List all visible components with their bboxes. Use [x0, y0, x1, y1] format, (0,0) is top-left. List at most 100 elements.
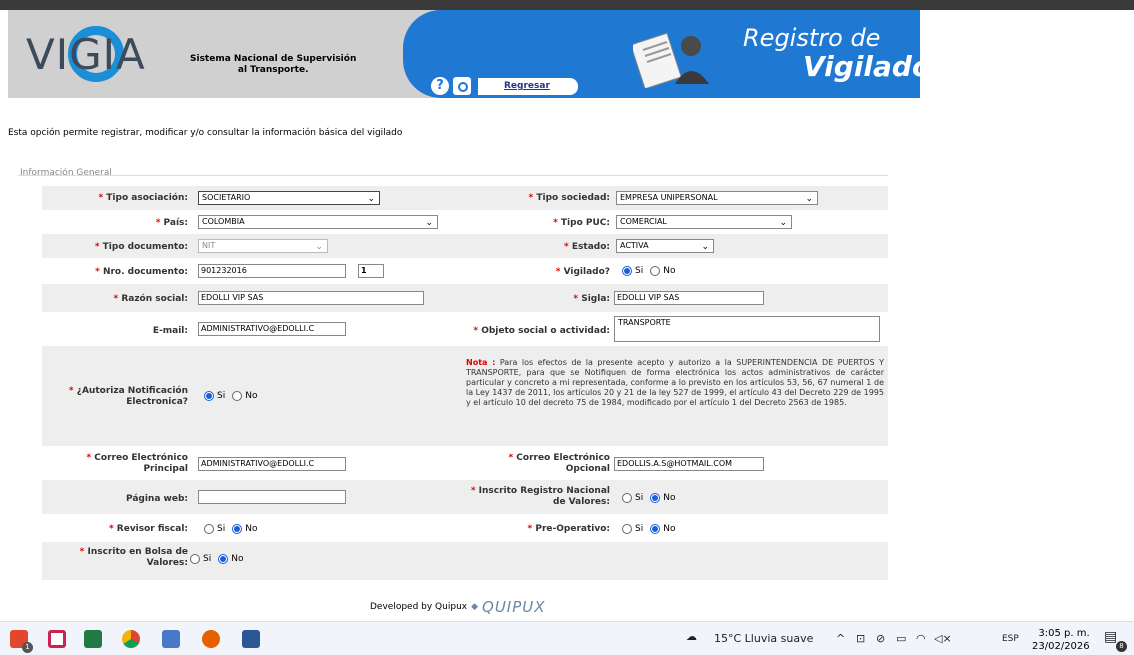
- revisor-fiscal-si-radio[interactable]: [204, 524, 214, 534]
- form-row: * Revisor fiscal: Si No * Pre-Operativo:…: [42, 514, 888, 542]
- razon-social-input[interactable]: EDOLLI VIP SAS: [198, 291, 424, 305]
- vigilado-radio-group: Si No: [622, 266, 675, 276]
- tipo-asociacion-select[interactable]: SOCIETARIO ⌄: [198, 191, 380, 205]
- pais-label: * País:: [155, 218, 188, 228]
- pagina-web-label: Página web:: [125, 494, 188, 504]
- weather-icon[interactable]: ☁: [686, 630, 697, 643]
- chrome-icon[interactable]: [122, 630, 140, 648]
- help-icon[interactable]: ?: [431, 77, 449, 95]
- windows-taskbar: 1 ☁ 15°C Lluvia suave ^ ⊡ ⊘ ▭ ◠ ◁× ESP 3…: [0, 621, 1134, 655]
- radio-label: Si: [635, 493, 644, 503]
- nota-text: Nota : Para los efectos de la presente a…: [466, 358, 884, 407]
- notification-icon[interactable]: ▤: [1104, 629, 1117, 645]
- form-row: * País: COLOMBIA ⌄ * Tipo PUC: COMERCIAL ⌄: [42, 210, 888, 234]
- form-row: * Tipo asociación: SOCIETARIO ⌄ * Tipo so…: [42, 186, 888, 210]
- home-icon[interactable]: [453, 77, 471, 95]
- correo-opcional-label: * Correo Electrónico Opcional: [508, 453, 610, 474]
- autoriza-no-radio[interactable]: [232, 391, 243, 401]
- page-header: VIGIA Sistema Nacional de Supervisión al…: [8, 10, 948, 98]
- pre-operativo-si-radio[interactable]: [622, 524, 632, 534]
- module-title-line-2: Vigilados: [803, 50, 948, 83]
- radio-label: Si: [635, 524, 644, 534]
- tipo-sociedad-label: * Tipo sociedad:: [528, 193, 610, 203]
- tipo-sociedad-select[interactable]: EMPRESA UNIPERSONAL ⌄: [616, 191, 818, 205]
- registro-nacional-label: * Inscrito Registro Nacional de Valores:: [470, 486, 610, 507]
- form-row: * Razón social: EDOLLI VIP SAS * Sigla: …: [42, 284, 888, 312]
- form-row: * Correo Electrónico Principal ADMINISTR…: [42, 446, 888, 480]
- tipo-asociacion-label: * Tipo asociación:: [98, 193, 188, 203]
- excel-icon[interactable]: [84, 630, 102, 648]
- registro-nacional-radio-group: Si No: [622, 493, 675, 503]
- mcafee-icon[interactable]: [48, 630, 66, 648]
- pais-select[interactable]: COLOMBIA ⌄: [198, 215, 438, 229]
- registro-nacional-si-radio[interactable]: [622, 493, 632, 503]
- tipo-documento-select[interactable]: NIT ⌄: [198, 239, 328, 253]
- vigilado-label: * Vigilado?: [555, 267, 610, 277]
- radio-label: No: [245, 391, 258, 401]
- cloud-off-icon[interactable]: ⊘: [876, 632, 885, 645]
- email-label: E-mail:: [152, 326, 188, 336]
- browser-top-bar: [0, 0, 1134, 10]
- form-row: * Tipo documento: NIT ⌄ * Estado: ACTIVA ⌄: [42, 234, 888, 258]
- battery-icon[interactable]: ▭: [896, 632, 906, 645]
- correo-opcional-input[interactable]: EDOLLIS.A.S@HOTMAIL.COM: [614, 457, 764, 471]
- form-row: * Nro. documento: 901232016 1 * Vigilado…: [42, 258, 888, 284]
- system-subtitle: Sistema Nacional de Supervisión al Trans…: [190, 54, 356, 76]
- vigilado-no-radio[interactable]: [650, 266, 661, 276]
- radio-label: Si: [203, 554, 212, 564]
- network-icon[interactable]: ⊡: [856, 632, 865, 645]
- chevron-up-icon[interactable]: ^: [836, 632, 845, 645]
- intro-text: Esta opción permite registrar, modificar…: [8, 128, 403, 138]
- vigilado-si-radio[interactable]: [622, 266, 632, 276]
- email-input[interactable]: ADMINISTRATIVO@EDOLLI.C: [198, 322, 346, 336]
- nro-documento-input[interactable]: 901232016: [198, 264, 346, 278]
- radio-label: No: [663, 524, 676, 534]
- bolsa-valores-no-radio[interactable]: [218, 554, 229, 564]
- form-row: * ¿Autoriza Notificación Electronica? Si…: [42, 346, 888, 446]
- word-icon[interactable]: [242, 630, 260, 648]
- clock-time: 3:05 p. m.: [1038, 628, 1090, 639]
- digito-verificacion-input[interactable]: 1: [358, 264, 384, 278]
- form-row: E-mail: ADMINISTRATIVO@EDOLLI.C * Objeto…: [42, 312, 888, 346]
- notification-count-badge: 8: [1116, 641, 1127, 652]
- revisor-fiscal-radio-group: Si No: [204, 524, 257, 534]
- bolsa-valores-si-radio[interactable]: [190, 554, 200, 564]
- radio-label: No: [663, 266, 676, 276]
- clock[interactable]: 3:05 p. m. 23/02/2026: [1032, 627, 1090, 653]
- registro-nacional-no-radio[interactable]: [650, 493, 661, 503]
- speaker-muted-icon[interactable]: ◁×: [934, 632, 952, 645]
- correo-principal-input[interactable]: ADMINISTRATIVO@EDOLLI.C: [198, 457, 346, 471]
- footer-text: Developed by Quipux: [370, 602, 468, 612]
- form-row: * Inscrito en Bolsa de Valores: Si No: [42, 542, 888, 580]
- sigla-input[interactable]: EDOLLI VIP SAS: [614, 291, 764, 305]
- module-title-line-1: Registro de: [743, 24, 881, 52]
- objeto-social-textarea[interactable]: TRANSPORTE: [614, 316, 880, 342]
- sigla-label: * Sigla:: [573, 294, 610, 304]
- estado-select[interactable]: ACTIVA ⌄: [616, 239, 714, 253]
- back-link[interactable]: Regresar: [478, 78, 578, 95]
- tipo-documento-label: * Tipo documento:: [94, 242, 188, 252]
- estado-label: * Estado:: [564, 242, 610, 252]
- revisor-fiscal-label: * Revisor fiscal:: [108, 524, 188, 534]
- pre-operativo-no-radio[interactable]: [650, 524, 661, 534]
- radio-label: No: [231, 554, 244, 564]
- weather-text[interactable]: 15°C Lluvia suave: [714, 632, 813, 645]
- language-indicator[interactable]: ESP: [1002, 634, 1019, 644]
- wifi-icon[interactable]: ◠: [916, 632, 926, 645]
- autoriza-si-radio[interactable]: [204, 391, 214, 401]
- firefox-icon[interactable]: [202, 630, 220, 648]
- tipo-puc-select[interactable]: COMERCIAL ⌄: [616, 215, 792, 229]
- quipux-logo: QUIPUX: [482, 598, 546, 616]
- pagina-web-input[interactable]: [198, 490, 346, 504]
- tipo-puc-label: * Tipo PUC:: [553, 218, 610, 228]
- app-users-icon[interactable]: [162, 630, 180, 648]
- page-footer: Developed by Quipux ◆ QUIPUX: [370, 598, 546, 616]
- app-badge: 1: [22, 642, 33, 653]
- radio-label: No: [245, 524, 258, 534]
- revisor-fiscal-no-radio[interactable]: [232, 524, 243, 534]
- radio-label: Si: [635, 266, 644, 276]
- documents-person-icon: [633, 32, 709, 88]
- pre-operativo-radio-group: Si No: [622, 524, 675, 534]
- autoriza-radio-group: Si No: [204, 391, 257, 401]
- subtitle-line-2: al Transporte.: [237, 65, 309, 75]
